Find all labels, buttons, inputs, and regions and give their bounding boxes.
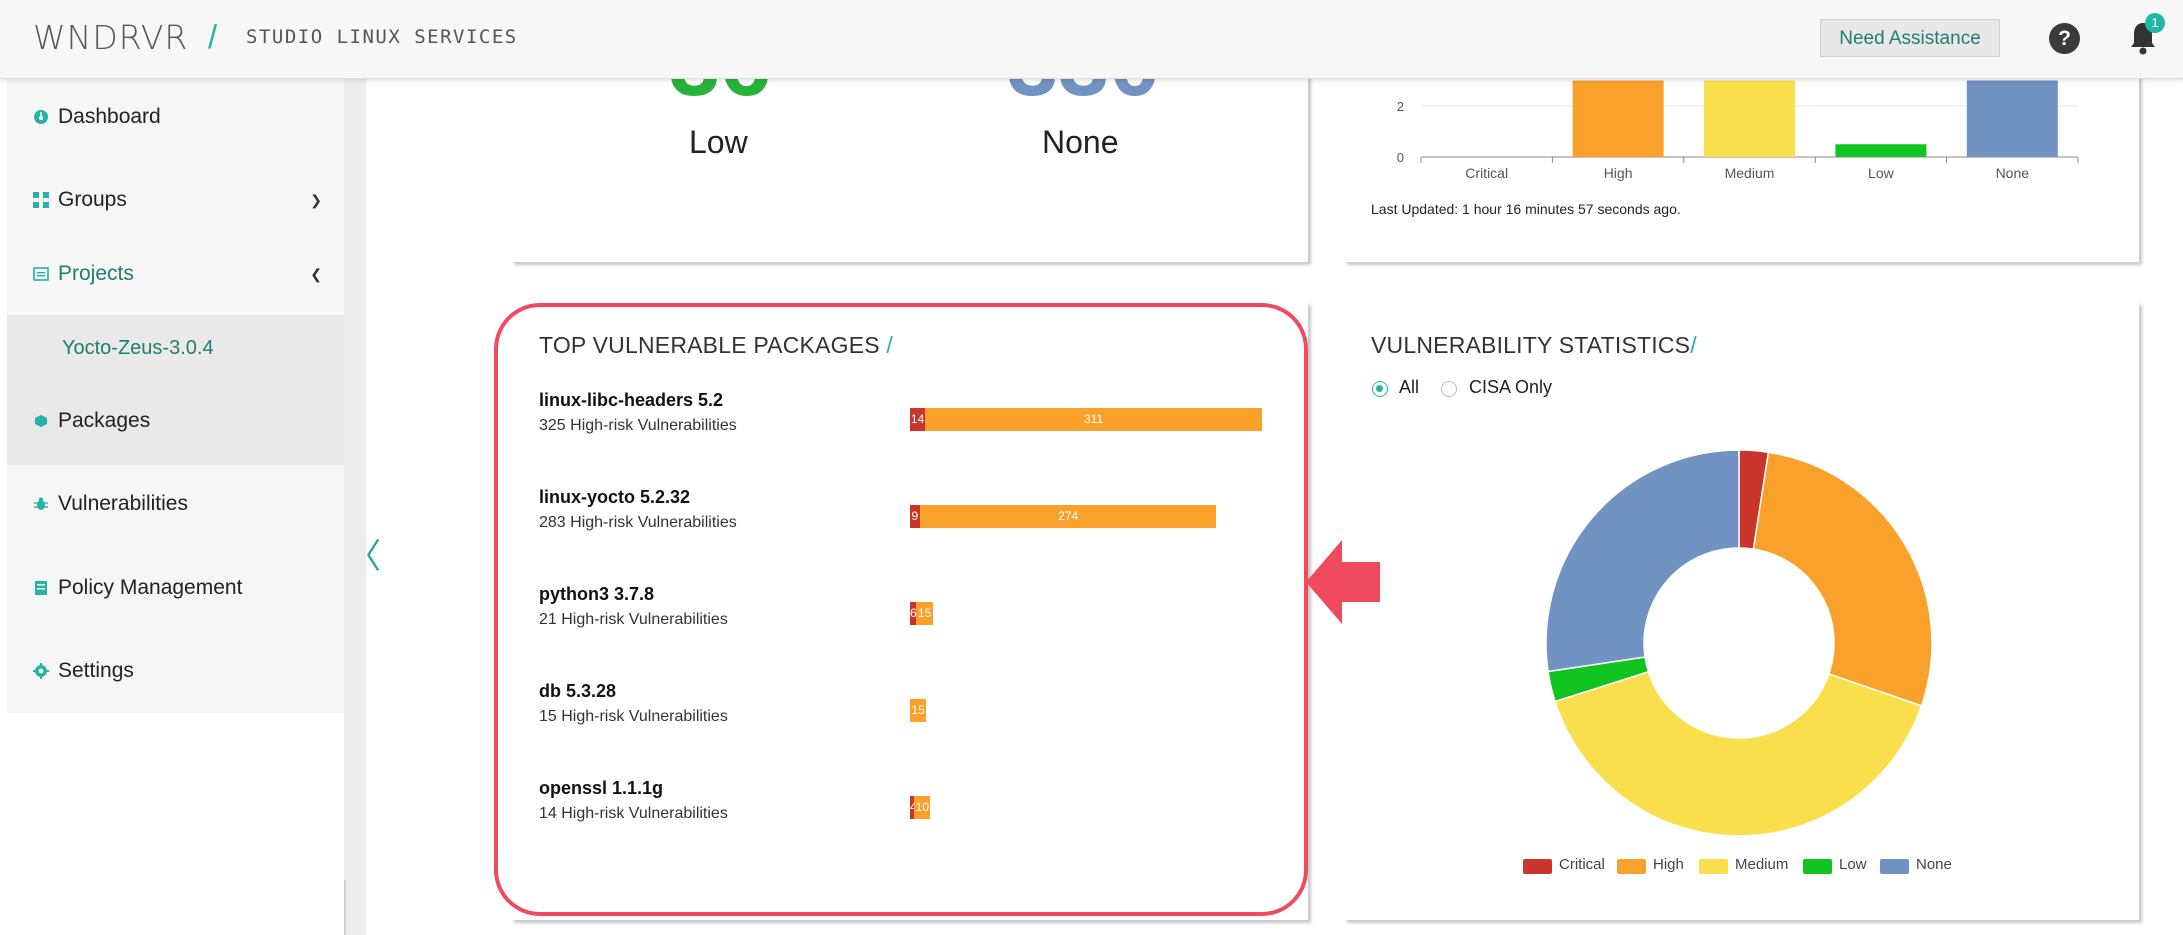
package-severity-bar[interactable]: 15 [910,699,927,722]
top-packages-title: TOP VULNERABLE PACKAGES / [539,332,893,358]
breadcrumb-separator: / [208,18,218,55]
package-vuln-count: 14 High-risk Vulnerabilities [539,805,728,822]
help-icon[interactable]: ? [2049,23,2080,54]
sidebar-item-label: Dashboard [58,105,161,128]
filter-cisa-radio[interactable] [1441,381,1457,397]
legend-label-medium[interactable]: Medium [1735,856,1788,873]
package-vuln-count: 21 High-risk Vulnerabilities [539,611,728,628]
package-name[interactable]: linux-yocto 5.2.32 [539,487,690,508]
legend-label-high[interactable]: High [1653,856,1684,873]
high-segment: 274 [919,505,1217,528]
critical-segment: 9 [910,505,920,528]
sidebar-item-label: Settings [58,659,134,682]
sidebar-item-groups[interactable]: Groups ❯ [7,170,344,230]
x-tick-label: High [1604,165,1633,181]
vuln-stats-title: VULNERABILITY STATISTICS/ [1371,332,1697,358]
sidebar-edge [344,78,366,935]
filter-all-label[interactable]: All [1399,377,1419,398]
legend-label-critical[interactable]: Critical [1559,856,1605,873]
x-tick-label: Low [1868,165,1895,181]
sidebar-item-label: Packages [58,409,151,432]
sidebar-item-label: Groups [58,188,127,211]
pointer-arrow-icon [1306,540,1380,624]
groups-icon [33,192,49,208]
package-name[interactable]: linux-libc-headers 5.2 [539,390,723,411]
legend-label-none[interactable]: None [1916,856,1952,873]
filter-all-radio[interactable] [1372,381,1388,397]
legend-swatch-medium[interactable] [1699,859,1728,874]
bar-high [1572,80,1664,157]
last-updated: Last Updated: 1 hour 16 minutes 57 secon… [1371,201,1681,217]
package-vuln-count: 325 High-risk Vulnerabilities [539,417,737,434]
top-bar: WNDRVR / STUDIO LINUX SERVICES Need Assi… [0,0,2183,79]
org-name[interactable]: STUDIO LINUX SERVICES [246,26,518,48]
sidebar-item-packages[interactable]: Packages [7,391,344,451]
legend-swatch-low[interactable] [1803,859,1832,874]
package-name[interactable]: openssl 1.1.1g [539,778,663,799]
vulnerability-donut-chart [1545,449,1933,837]
chevron-up-icon[interactable]: ❮ [310,244,322,304]
need-assistance-button[interactable]: Need Assistance [1820,19,2000,57]
notification-badge: 1 [2145,13,2165,33]
sidebar-item-dashboard[interactable]: Dashboard [7,87,344,147]
package-severity-bar[interactable]: 6 15 [910,602,933,625]
package-severity-bar[interactable]: 9 274 [910,505,1217,528]
legend-swatch-critical[interactable] [1523,859,1552,874]
sidebar-collapse-handle[interactable]: 〈 [347,540,381,574]
legend-swatch-high[interactable] [1617,859,1646,874]
sidebar-item-label: Policy Management [58,576,243,599]
policy-icon [35,581,47,595]
bar-medium [1704,80,1795,157]
sidebar-item-label: Projects [58,262,134,285]
bar-none [1966,80,2058,157]
high-segment: 15 [916,602,933,625]
filter-cisa-label[interactable]: CISA Only [1469,377,1552,398]
package-severity-bar[interactable]: 4 10 [910,796,931,819]
chevron-down-icon[interactable]: ❯ [310,170,322,230]
x-tick-label: None [1996,165,2030,181]
package-vuln-count: 15 High-risk Vulnerabilities [539,708,728,725]
sidebar-item-policy-management[interactable]: Policy Management [7,558,344,618]
sidebar-scrollbar[interactable] [344,880,346,935]
legend-label-low[interactable]: Low [1839,856,1867,873]
sidebar-subitem-yocto-zeus[interactable]: Yocto-Zeus-3.0.4 [62,318,214,378]
sidebar-item-settings[interactable]: Settings [7,641,344,701]
none-label: None [1042,124,1119,160]
package-vuln-count: 283 High-risk Vulnerabilities [539,514,737,531]
critical-segment: 14 [910,408,926,431]
package-name[interactable]: db 5.3.28 [539,681,616,702]
donut-slice-none [1545,449,1740,673]
high-segment: 10 [914,796,931,819]
sidebar-item-vulnerabilities[interactable]: Vulnerabilities [7,474,344,534]
bug-icon [34,497,48,510]
logo[interactable]: WNDRVR [33,18,188,57]
x-tick-label: Medium [1725,165,1775,181]
packages-icon [35,415,47,427]
sidebar-item-projects[interactable]: Projects ❮ [7,244,344,304]
donut-slice-high [1752,451,1933,707]
bar-low [1835,144,1927,157]
donut-slice-medium [1554,670,1923,837]
projects-icon [33,267,49,281]
low-label: Low [689,124,748,160]
gear-icon [33,663,49,679]
package-name[interactable]: python3 3.7.8 [539,584,654,605]
sidebar: Dashboard Groups ❯ Projects ❮ Yocto-Zeus… [7,78,344,713]
high-segment: 15 [910,699,927,722]
legend-swatch-none[interactable] [1880,859,1909,874]
y-tick-label: 0 [1397,150,1404,165]
x-tick-label: Critical [1465,165,1508,181]
y-tick-label: 2 [1397,99,1404,114]
dashboard-icon [34,110,48,124]
high-segment: 311 [925,408,1262,431]
sidebar-item-label: Vulnerabilities [58,492,188,515]
package-severity-bar[interactable]: 14 311 [910,408,1262,431]
